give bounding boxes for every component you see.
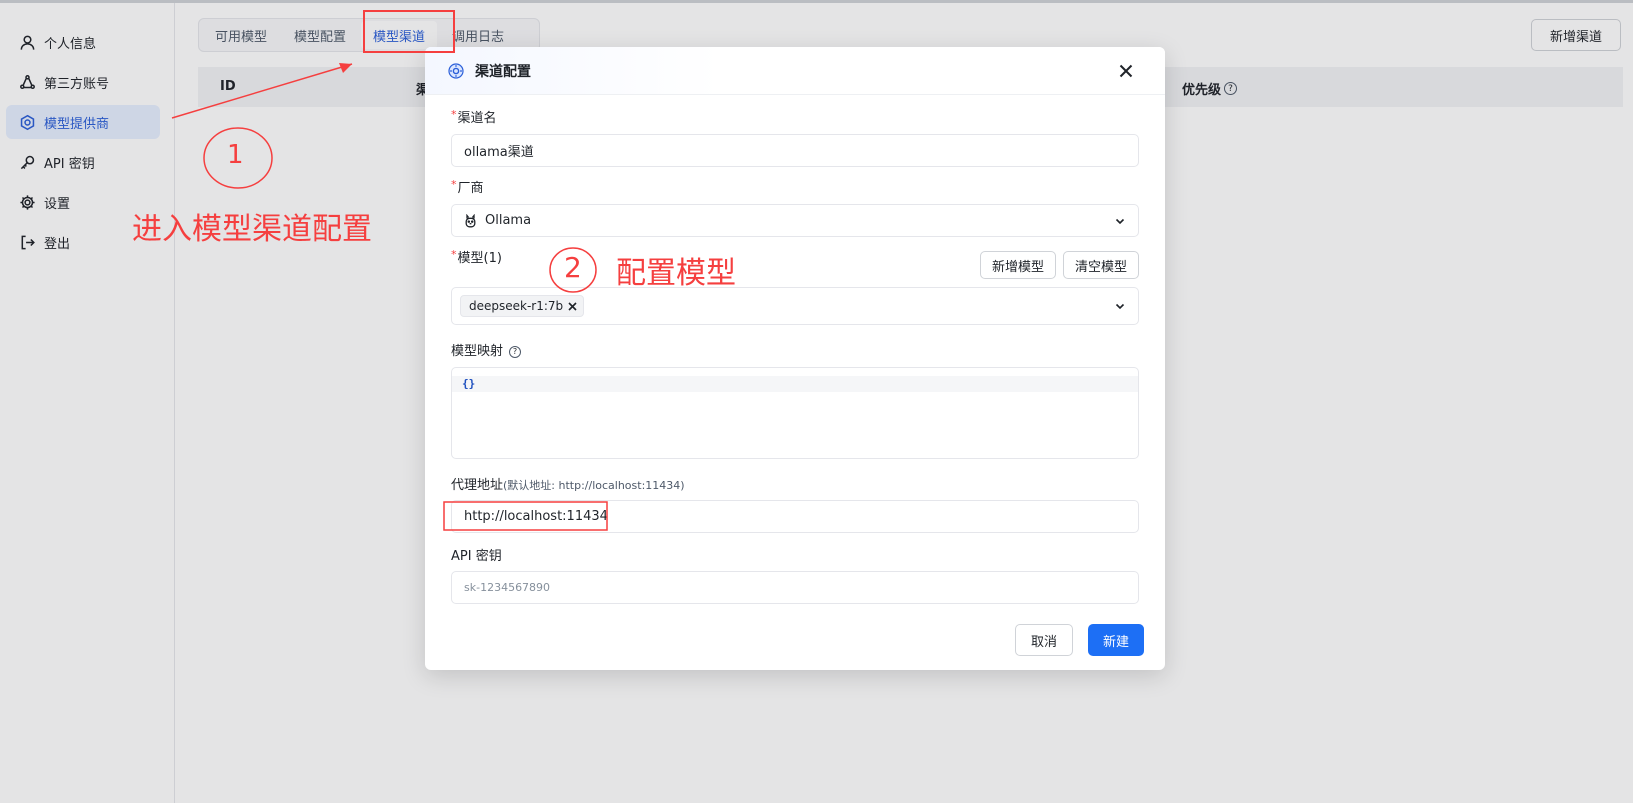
models-label: *模型(1) — [451, 248, 502, 266]
proxy-hint: (默认地址: http://localhost:11434) — [503, 479, 685, 492]
create-button[interactable]: 新建 — [1088, 624, 1144, 656]
close-button[interactable] — [1115, 60, 1137, 82]
step1-caption: 进入模型渠道配置 — [132, 212, 372, 247]
dialog-title: 渠道配置 — [475, 63, 531, 80]
remove-tag-icon[interactable] — [568, 301, 577, 311]
model-tag: deepseek-r1:7b — [460, 295, 585, 317]
dialog-header: 渠道配置 — [425, 47, 1165, 95]
api-key-label: API 密钥 — [451, 549, 502, 564]
clear-models-button[interactable]: 清空模型 — [1063, 251, 1140, 279]
proxy-label: 代理地址(默认地址: http://localhost:11434) — [451, 478, 685, 493]
channel-name-input[interactable]: ollama渠道 — [451, 134, 1139, 167]
add-model-button[interactable]: 新增模型 — [980, 251, 1057, 279]
model-mapping-editor[interactable]: {} — [451, 367, 1139, 459]
ollama-icon — [464, 213, 477, 228]
vendor-select[interactable]: Ollama — [451, 204, 1139, 237]
channel-name-label: *渠道名 — [451, 108, 497, 126]
chevron-down-icon — [1114, 215, 1126, 227]
api-key-input[interactable]: sk-1234567890 — [451, 571, 1139, 604]
close-icon — [1119, 64, 1133, 78]
model-mapping-label: 模型映射? — [451, 340, 522, 359]
step1-number: 1 — [227, 140, 244, 170]
help-icon[interactable]: ? — [509, 345, 522, 358]
chevron-down-icon — [1114, 300, 1126, 312]
step2-number: 2 — [564, 251, 582, 284]
cancel-button[interactable]: 取消 — [1015, 624, 1073, 656]
models-multiselect[interactable]: deepseek-r1:7b — [451, 287, 1139, 325]
gear-icon — [448, 62, 464, 79]
required-mark: * — [451, 248, 457, 261]
proxy-url-input[interactable]: http://localhost:11434 — [451, 500, 1139, 533]
step2-caption: 配置模型 — [616, 256, 736, 291]
code-line: {} — [452, 376, 1138, 392]
channel-config-dialog: 渠道配置 *渠道名 ollama渠道 *厂商 Ollama *模型(1) 新增模… — [425, 47, 1165, 670]
vendor-label: *厂商 — [451, 178, 484, 196]
required-mark: * — [451, 178, 457, 191]
required-mark: * — [451, 108, 457, 121]
